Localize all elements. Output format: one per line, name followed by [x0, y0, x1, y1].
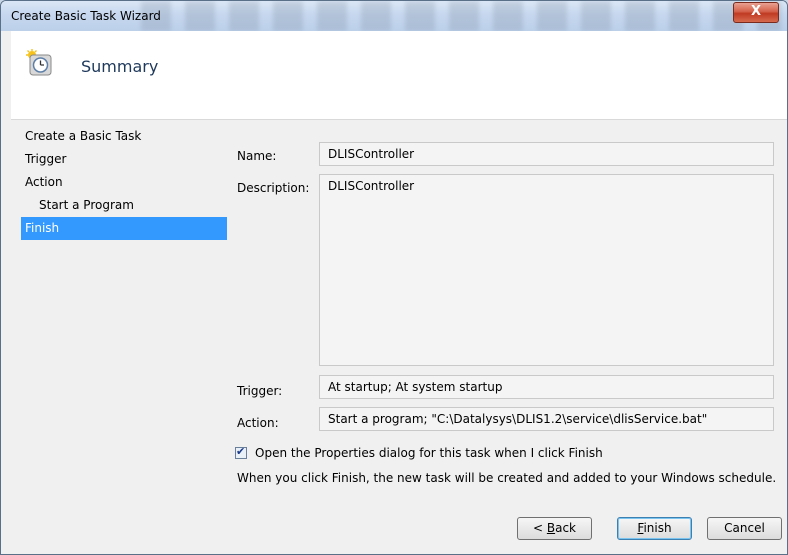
action-label: Action: — [237, 416, 279, 430]
trigger-label: Trigger: — [237, 384, 283, 398]
nav-item-action[interactable]: Action — [21, 171, 227, 194]
back-button-prefix: < — [532, 521, 547, 535]
title-bar[interactable]: Create Basic Task Wizard X — [1, 1, 787, 31]
trigger-field[interactable]: At startup; At system startup — [319, 375, 774, 399]
description-field[interactable]: DLISController — [319, 174, 774, 366]
finish-info-text: When you click Finish, the new task will… — [237, 471, 777, 485]
nav-item-create-basic-task[interactable]: Create a Basic Task — [21, 125, 227, 148]
wizard-header: Summary — [11, 31, 787, 120]
window-title: Create Basic Task Wizard — [11, 9, 161, 23]
name-label: Name: — [237, 149, 277, 163]
close-button[interactable]: X — [733, 2, 779, 23]
clock-sun-icon — [25, 49, 53, 77]
back-button-hotkey: B — [546, 521, 556, 535]
cancel-button[interactable]: Cancel — [707, 517, 782, 540]
page-title: Summary — [81, 57, 159, 76]
checkmark-icon: ✔ — [236, 445, 246, 458]
action-field[interactable]: Start a program; "C:\Datalysys\DLIS1.2\s… — [319, 407, 774, 431]
description-label: Description: — [237, 181, 310, 195]
name-field[interactable]: DLISController — [319, 142, 774, 166]
finish-button-rest: inish — [643, 521, 672, 535]
open-properties-label[interactable]: Open the Properties dialog for this task… — [255, 446, 603, 460]
nav-item-finish[interactable]: Finish — [21, 217, 227, 240]
back-button-rest: ack — [555, 521, 576, 535]
wizard-nav: Create a Basic Task Trigger Action Start… — [21, 125, 227, 240]
finish-button[interactable]: Finish — [617, 517, 692, 540]
nav-item-trigger[interactable]: Trigger — [21, 148, 227, 171]
nav-item-start-a-program[interactable]: Start a Program — [21, 194, 227, 217]
open-properties-checkbox[interactable]: ✔ — [235, 445, 247, 459]
wizard-content: Create a Basic Task Trigger Action Start… — [11, 120, 787, 554]
back-button[interactable]: < Back — [517, 517, 592, 540]
background-window-ghost — [141, 1, 781, 31]
wizard-window: Create Basic Task Wizard X Summary Creat… — [0, 0, 788, 555]
